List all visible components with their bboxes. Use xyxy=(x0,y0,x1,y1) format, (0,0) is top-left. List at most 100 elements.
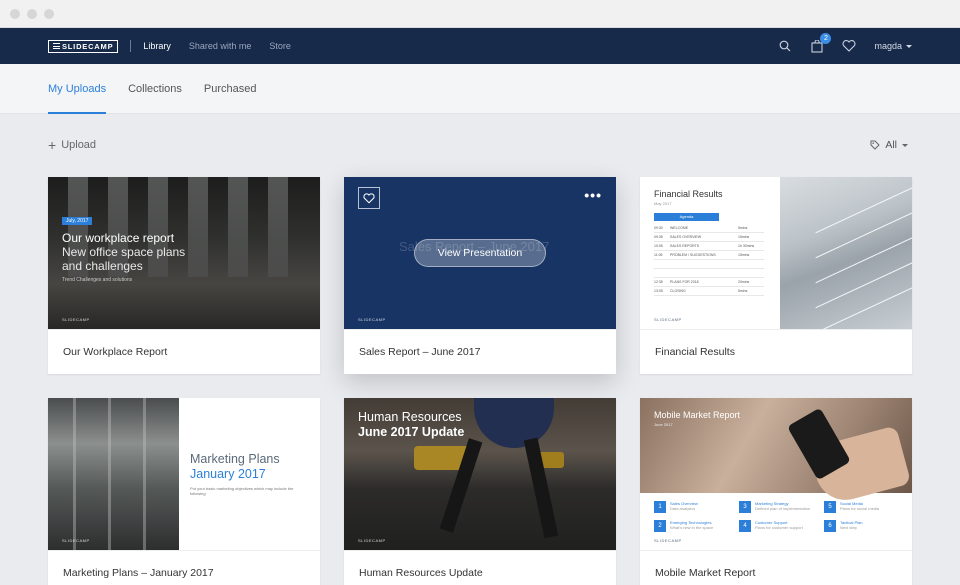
thumbnail-date: June 2017 xyxy=(654,422,673,427)
cart-icon[interactable]: 2 xyxy=(810,33,832,53)
filter-value: All xyxy=(885,139,897,151)
presentation-grid: July, 2017 Our workplace report New offi… xyxy=(48,177,912,585)
agenda-item: WELCOME xyxy=(670,226,689,230)
chevron-down-icon xyxy=(906,44,912,48)
card-thumbnail[interactable]: ••• Sales Report – June 2017 View Presen… xyxy=(344,177,616,329)
card-caption[interactable]: Sales Report – June 2017 xyxy=(344,329,616,374)
user-menu[interactable]: magda xyxy=(874,41,912,51)
presentation-card[interactable]: July, 2017 Our workplace report New offi… xyxy=(48,177,320,374)
browser-window: SLIDECAMP Library Shared with me Store 2… xyxy=(0,0,960,585)
nav-link-library[interactable]: Library xyxy=(143,41,171,51)
cart-count-badge: 2 xyxy=(820,33,832,44)
item-label: Social Media Plans for social media xyxy=(840,501,879,511)
item-number: 3 xyxy=(739,501,751,513)
card-thumbnail[interactable]: Mobile Market Report June 2017 1 Sales Ov… xyxy=(640,398,912,550)
item-label: Marketing Strategy Defined plan of implem… xyxy=(755,501,810,511)
agenda-duration: 5mins xyxy=(738,289,748,293)
thumbnail-title: Marketing Plans January 2017 xyxy=(190,452,280,482)
photo-pole xyxy=(108,398,111,550)
thumbnail-brand: SLIDECAMP xyxy=(62,538,90,543)
agenda-duration: 20mins xyxy=(738,280,750,284)
nav-divider xyxy=(130,40,132,52)
item-label: Emerging Technologies What's new in the s… xyxy=(670,520,713,530)
thumbnail-title: Human Resources June 2017 Update xyxy=(358,410,464,440)
thumbnail-title-main: Our workplace report xyxy=(62,231,175,245)
thumbnail-brand: SLIDECAMP xyxy=(358,538,386,543)
card-caption[interactable]: Human Resources Update xyxy=(344,550,616,585)
agenda-item: SALES OVERVIEW xyxy=(670,235,702,239)
favorite-button[interactable] xyxy=(358,187,380,209)
item-number: 6 xyxy=(824,520,836,532)
window-chrome xyxy=(0,0,960,28)
thumbnail-brand: SLIDECAMP xyxy=(654,317,682,322)
upload-button[interactable]: + Upload xyxy=(48,138,96,152)
thumbnail-subtitle: New office space plans xyxy=(62,245,186,259)
agenda-item: 4 Customer Support Plans for customer supp… xyxy=(739,520,824,532)
item-number: 1 xyxy=(654,501,666,513)
item-number: 2 xyxy=(654,520,666,532)
card-caption[interactable]: Marketing Plans – January 2017 xyxy=(48,550,320,585)
agenda-time: 09:35 xyxy=(654,235,663,239)
card-thumbnail[interactable]: Financial Results May 2017 Agenda 09:30 W… xyxy=(640,177,912,329)
agenda-duration: 5mins xyxy=(738,226,748,230)
item-number: 5 xyxy=(824,501,836,513)
card-thumbnail[interactable]: Marketing Plans January 2017 Put your ba… xyxy=(48,398,320,550)
item-label-sub: Next step xyxy=(840,525,857,530)
agenda-row: 09:35 SALES OVERVIEW 15mins xyxy=(654,233,764,242)
nav-link-shared[interactable]: Shared with me xyxy=(189,41,252,51)
slidecamp-logo[interactable]: SLIDECAMP xyxy=(48,39,119,53)
agenda-time: 12:35 xyxy=(654,280,663,284)
more-options-icon[interactable]: ••• xyxy=(584,187,602,203)
nav-actions: 2 magda xyxy=(778,33,912,53)
thumbnail-small-text: Put your basic marketing objectives whic… xyxy=(190,486,294,496)
agenda-item: CLOSING xyxy=(670,289,686,293)
search-icon[interactable] xyxy=(778,39,792,53)
agenda-row: 12:35 PLANS FOR 2018 20mins xyxy=(654,278,764,287)
agenda-time: 09:30 xyxy=(654,226,663,230)
window-maximize-dot[interactable] xyxy=(44,8,54,19)
presentation-card[interactable]: Mobile Market Report June 2017 1 Sales Ov… xyxy=(640,398,912,585)
card-thumbnail[interactable]: July, 2017 Our workplace report New offi… xyxy=(48,177,320,329)
agenda-time: 13:05 xyxy=(654,289,663,293)
card-caption[interactable]: Mobile Market Report xyxy=(640,550,912,585)
tab-collections[interactable]: Collections xyxy=(128,64,182,113)
subway-photo xyxy=(48,398,179,550)
card-caption[interactable]: Financial Results xyxy=(640,329,912,374)
presentation-card[interactable]: Marketing Plans January 2017 Put your ba… xyxy=(48,398,320,585)
agenda-row: 10:05 SALES REPORTS 1h 30mins xyxy=(654,242,764,251)
agenda-item: 5 Social Media Plans for social media xyxy=(824,501,904,513)
card-caption[interactable]: Our Workplace Report xyxy=(48,329,320,374)
tag-filter-dropdown[interactable]: All xyxy=(870,139,908,151)
agenda-duration: 15mins xyxy=(738,235,750,239)
uploads-toolbar: + Upload All xyxy=(0,114,960,176)
agenda-item: 6 Tactical Plan Next step xyxy=(824,520,904,532)
window-close-dot[interactable] xyxy=(10,8,20,19)
presentation-card[interactable]: ••• Sales Report – June 2017 View Presen… xyxy=(344,177,616,374)
item-label-sub: Plans for customer support xyxy=(755,525,803,530)
presentation-card[interactable]: Financial Results May 2017 Agenda 09:30 W… xyxy=(640,177,912,374)
item-label-sub: Data analytics xyxy=(670,506,696,511)
agenda-duration: 15mins xyxy=(738,253,750,257)
photo-pole xyxy=(73,398,76,550)
nav-link-store[interactable]: Store xyxy=(269,41,291,51)
agenda-item: 2 Emerging Technologies What's new in the … xyxy=(654,520,739,532)
item-label-sub: Plans for social media xyxy=(840,506,880,511)
heart-icon[interactable] xyxy=(842,39,856,53)
upload-label: Upload xyxy=(61,139,97,151)
top-navbar: SLIDECAMP Library Shared with me Store 2… xyxy=(0,28,960,64)
tab-my-uploads[interactable]: My Uploads xyxy=(48,64,107,114)
item-label-sub: What's new in the space xyxy=(670,525,714,530)
presentation-card[interactable]: Human Resources June 2017 Update SLIDECA… xyxy=(344,398,616,585)
tab-purchased[interactable]: Purchased xyxy=(204,64,257,113)
thumbnail-title-main: Human Resources xyxy=(358,410,462,424)
view-presentation-button[interactable]: View Presentation xyxy=(414,239,546,267)
window-minimize-dot[interactable] xyxy=(27,8,37,19)
card-thumbnail[interactable]: Human Resources June 2017 Update SLIDECA… xyxy=(344,398,616,550)
item-number: 4 xyxy=(739,520,751,532)
agenda-grid: 1 Sales Overview Data analytics 3 Marketing… xyxy=(654,501,904,532)
agenda-item: PROBLEM / SUGGESTIONS xyxy=(670,253,716,257)
thumbnail-title-main: Marketing Plans xyxy=(190,452,280,466)
thumbnail-subtitle: and challenges xyxy=(62,259,143,273)
item-label: Tactical Plan Next step xyxy=(840,520,862,530)
agenda-time: 10:05 xyxy=(654,244,663,248)
